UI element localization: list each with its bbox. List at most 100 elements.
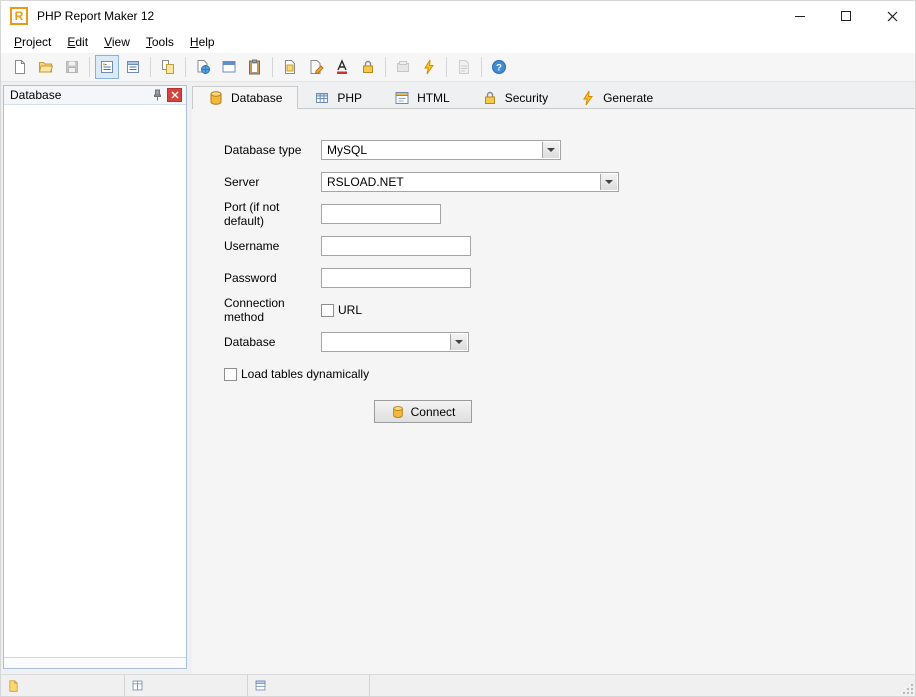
database-icon [391,405,405,419]
database-type-value: MySQL [322,143,560,157]
close-button[interactable] [869,1,915,31]
lightning-icon [580,90,596,106]
tab-label: Generate [603,91,653,105]
menu-edit[interactable]: Edit [59,32,96,52]
connection-method-label: Connection method [224,296,321,324]
load-tables-checkbox[interactable] [224,368,237,381]
script-settings-button[interactable] [278,55,302,79]
view-source-button[interactable] [191,55,215,79]
tab-database[interactable]: Database [192,86,298,109]
font-icon [334,59,350,75]
document-icon [7,679,20,693]
status-section-message [370,675,915,696]
preview-window-button[interactable] [217,55,241,79]
database-type-dropdown-button[interactable] [542,142,559,158]
list-panel-icon [99,59,115,75]
open-project-button[interactable] [34,55,58,79]
connect-button[interactable]: Connect [374,400,472,423]
tab-security[interactable]: Security [466,86,564,109]
menu-view[interactable]: View [96,32,138,52]
open-folder-icon [38,59,54,75]
help-icon: ? [491,59,507,75]
security-settings-button[interactable] [356,55,380,79]
lightning-icon [421,59,437,75]
toolbar: ? [1,53,915,82]
tab-php[interactable]: PHP [298,86,378,109]
database-panel-footer [4,657,186,668]
close-icon [887,11,898,22]
tab-label: Database [231,91,282,105]
save-project-button [60,55,84,79]
chevron-down-icon [455,340,463,344]
toolbar-separator [150,57,151,77]
database-dropdown-button[interactable] [450,334,467,350]
tools-icon [395,59,411,75]
toggle-database-panel-button[interactable] [95,55,119,79]
menu-bar: Project Edit View Tools Help [1,31,915,53]
menu-help[interactable]: Help [182,32,223,52]
generate-button[interactable] [417,55,441,79]
save-icon [64,59,80,75]
status-bar [1,674,915,696]
main-pane: Database PHP HTML Security Generate [187,85,915,674]
report-page-icon [456,59,472,75]
url-checkbox[interactable] [321,304,334,317]
maximize-button[interactable] [823,1,869,31]
resize-grip-icon[interactable] [902,683,914,695]
port-input[interactable] [321,204,441,224]
app-logo-icon: R [10,7,28,25]
new-project-button[interactable] [8,55,32,79]
database-panel-title: Database [10,88,148,102]
help-button[interactable]: ? [487,55,511,79]
title-bar: R PHP Report Maker 12 [1,1,915,31]
app-window: R PHP Report Maker 12 Project Edit View … [0,0,916,697]
close-icon [171,91,179,99]
database-panel: Database [3,85,187,669]
toolbar-separator [481,57,482,77]
svg-text:?: ? [496,63,502,74]
minimize-button[interactable] [777,1,823,31]
window-controls [777,1,915,31]
grid-panel-icon [131,679,144,692]
minimize-icon [795,16,805,17]
database-type-select[interactable]: MySQL [321,140,561,160]
database-select[interactable] [321,332,469,352]
password-input[interactable] [321,268,471,288]
port-label: Port (if not default) [224,200,321,228]
tab-label: HTML [417,91,450,105]
toggle-objects-panel-button[interactable] [121,55,145,79]
window-list-icon [125,59,141,75]
status-section-panel-1 [125,675,248,696]
menu-project[interactable]: Project [6,32,59,52]
database-label: Database [224,335,321,349]
status-section-panel-2 [248,675,370,696]
edit-settings-button[interactable] [304,55,328,79]
pin-icon [152,89,163,101]
username-input[interactable] [321,236,471,256]
synchronize-button[interactable] [156,55,180,79]
server-combobox[interactable] [321,172,619,192]
server-input[interactable] [322,173,618,191]
toolbar-separator [272,57,273,77]
maximize-icon [841,11,851,21]
database-tree[interactable] [4,105,186,657]
toolbar-separator [89,57,90,77]
server-label: Server [224,175,321,189]
status-section-project [1,675,125,696]
toolbar-separator [446,57,447,77]
database-type-label: Database type [224,143,321,157]
tab-html[interactable]: HTML [378,86,466,109]
url-checkbox-label: URL [338,303,362,317]
pin-panel-button[interactable] [150,88,165,102]
tab-generate[interactable]: Generate [564,86,669,109]
advanced-settings-button [391,55,415,79]
tab-label: PHP [337,91,362,105]
toolbar-separator [185,57,186,77]
font-settings-button[interactable] [330,55,354,79]
server-dropdown-button[interactable] [600,174,617,190]
menu-tools[interactable]: Tools [138,32,182,52]
username-label: Username [224,239,321,253]
paste-code-button[interactable] [243,55,267,79]
table-panel-icon [254,679,267,692]
close-panel-button[interactable] [167,88,182,102]
